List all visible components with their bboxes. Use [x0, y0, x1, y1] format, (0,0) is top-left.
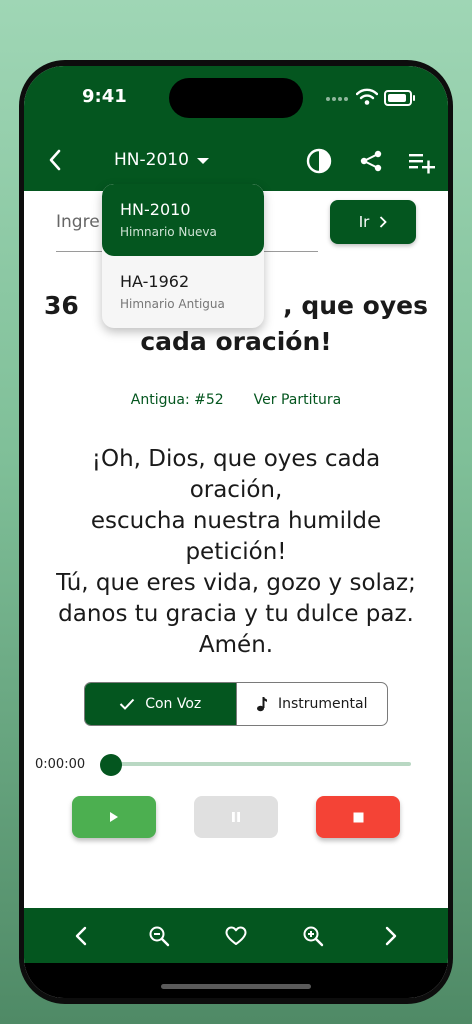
mode-instrumental-button[interactable]: Instrumental [235, 683, 388, 725]
signal-icon [326, 97, 348, 101]
heart-icon[interactable] [224, 924, 248, 948]
go-button-label: Ir [358, 213, 370, 231]
back-arrow-icon[interactable] [44, 148, 68, 172]
go-button[interactable]: Ir [330, 200, 416, 244]
hymn-meta: Antigua: #52 Ver Partitura [24, 392, 448, 408]
app-screen: 9:41 HN-2010 Ingre Ir 36 , que oyes cada… [24, 66, 448, 998]
contrast-icon[interactable] [306, 148, 332, 174]
chevron-right-icon[interactable] [378, 924, 402, 948]
status-time: 9:41 [82, 86, 127, 107]
hymnal-selector-label: HN-2010 [114, 150, 189, 170]
stop-button[interactable] [316, 796, 400, 838]
hymnal-option-code: HN-2010 [120, 200, 191, 219]
playback-slider-track[interactable] [111, 762, 411, 766]
hymnal-selector[interactable]: HN-2010 [114, 150, 209, 170]
pause-icon [232, 812, 240, 822]
hymn-number-field-label[interactable]: Ingre [56, 212, 100, 232]
hymn-title-line1: , que oyes [283, 291, 428, 320]
zoom-in-icon[interactable] [301, 924, 325, 948]
check-icon [119, 698, 135, 710]
chevron-right-icon [380, 216, 388, 228]
dropdown-caret-icon [196, 158, 209, 164]
chevron-left-icon[interactable] [70, 924, 94, 948]
hymn-title-number: 36 [44, 291, 79, 320]
audio-mode-toggle: Con Voz Instrumental [84, 682, 388, 726]
share-icon[interactable] [359, 149, 383, 173]
stop-icon [353, 812, 363, 822]
playlist-add-icon[interactable] [408, 150, 436, 174]
app-header: 9:41 HN-2010 [24, 66, 448, 191]
hymnal-option-name: Himnario Nueva [120, 225, 217, 239]
play-button[interactable] [72, 796, 156, 838]
hymnal-dropdown-menu: HN-2010 Himnario Nueva HA-1962 Himnario … [102, 184, 264, 328]
bottom-nav [24, 908, 448, 963]
play-icon [110, 812, 118, 822]
home-area [24, 963, 448, 998]
hymn-lyrics: ¡Oh, Dios, que oyes cada oración, escuch… [56, 446, 416, 658]
hymnal-option-name: Himnario Antigua [120, 297, 225, 311]
zoom-out-icon[interactable] [147, 924, 171, 948]
mode-with-voice-button[interactable]: Con Voz [85, 683, 236, 725]
mode-instrumental-label: Instrumental [278, 696, 368, 712]
hymnal-option-ha-1962[interactable]: HA-1962 Himnario Antigua [102, 256, 264, 328]
hymnal-option-hn-2010[interactable]: HN-2010 Himnario Nueva [102, 184, 264, 256]
hymnal-option-code: HA-1962 [120, 272, 190, 291]
playback-time: 0:00:00 [35, 757, 86, 772]
music-note-icon [257, 697, 267, 712]
view-score-link[interactable]: Ver Partitura [254, 392, 342, 408]
wifi-icon [356, 88, 378, 105]
pause-button[interactable] [194, 796, 278, 838]
playback-slider-thumb[interactable] [100, 754, 122, 776]
antigua-reference[interactable]: Antigua: #52 [131, 392, 224, 408]
battery-icon [384, 90, 415, 106]
mode-with-voice-label: Con Voz [145, 696, 202, 712]
dynamic-island [169, 78, 303, 118]
home-indicator[interactable] [161, 984, 311, 989]
hymn-title-line2: cada oración! [140, 327, 332, 356]
